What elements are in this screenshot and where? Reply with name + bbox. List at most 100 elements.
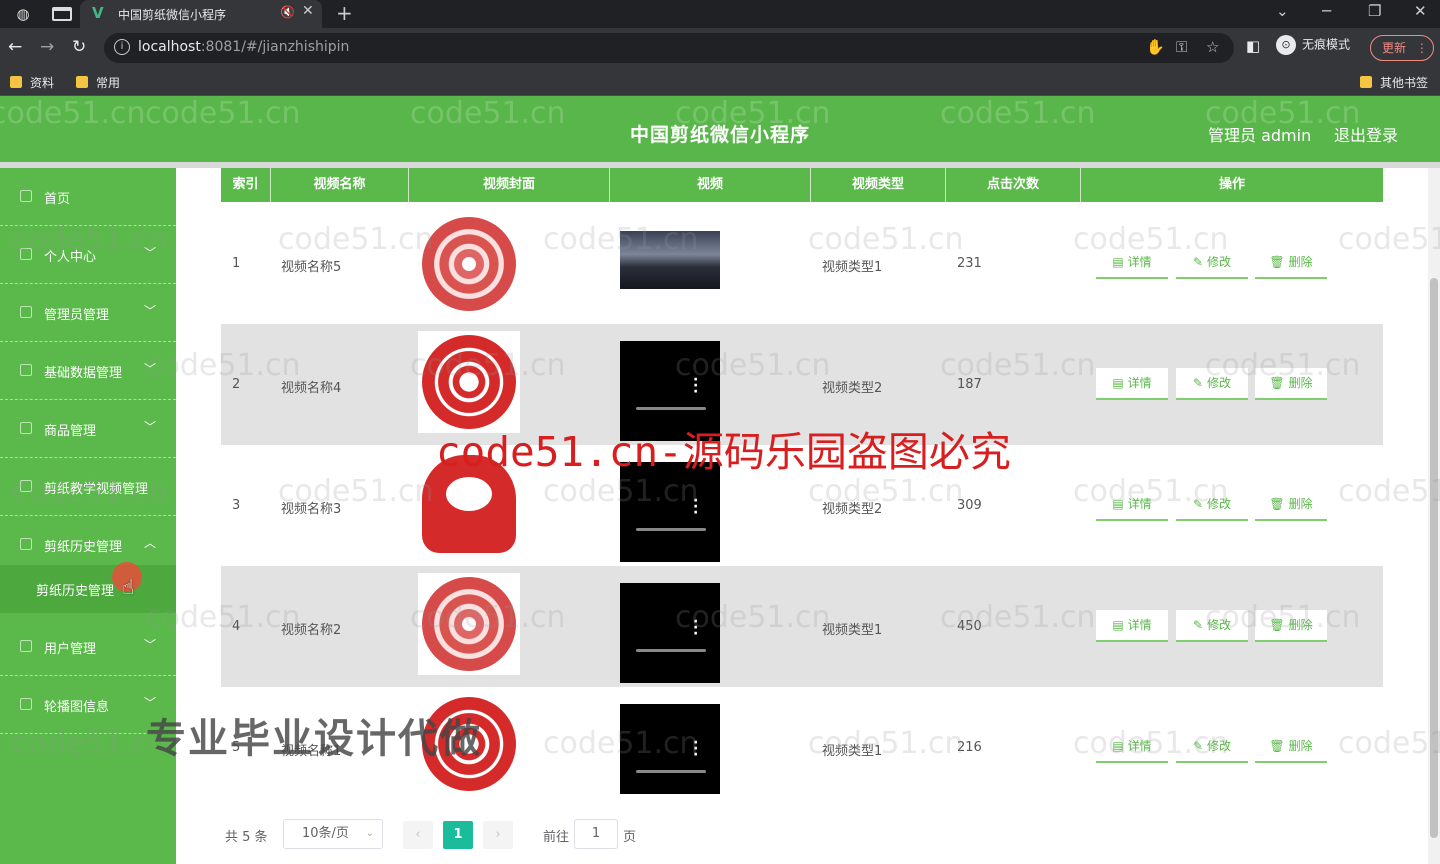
vue-favicon-icon: V — [92, 4, 104, 22]
more-options-icon[interactable]: · · · — [693, 494, 698, 520]
document-icon: ▤ — [1112, 618, 1124, 632]
sidebar-item-users[interactable]: 用户管理 ﹀ — [0, 618, 176, 676]
bookmark-folder-resources[interactable]: 资料 — [10, 74, 54, 91]
video-player[interactable]: · · · — [620, 583, 720, 683]
mute-icon[interactable]: 🔇 — [280, 5, 295, 19]
progress-bar[interactable] — [636, 528, 706, 531]
chevron-down-icon: ﹀ — [144, 246, 157, 260]
detail-button[interactable]: ▤ 详情 — [1096, 247, 1168, 279]
scrollbar[interactable] — [1428, 168, 1440, 864]
edit-icon: ✎ — [1192, 376, 1204, 390]
edit-button[interactable]: ✎ 修改 — [1176, 731, 1248, 763]
incognito-indicator[interactable]: ⊙ 无痕模式 — [1276, 35, 1350, 55]
bookmark-folder-common[interactable]: 常用 — [76, 74, 120, 91]
column-header: 视频名称 — [271, 168, 409, 202]
document-icon: ▤ — [1112, 255, 1124, 269]
progress-bar[interactable] — [636, 407, 706, 410]
tab-search-icon[interactable]: ⌄ — [1276, 2, 1289, 20]
trash-icon: 🗑 — [1269, 497, 1285, 511]
video-cover-image[interactable] — [418, 573, 520, 675]
cell-name: 视频名称5 — [281, 260, 342, 275]
browser-tab[interactable]: V 中国剪纸微信小程序 🔇 ✕ — [80, 0, 322, 28]
cell-index: 4 — [232, 619, 241, 634]
video-player[interactable] — [620, 231, 720, 289]
minimize-icon[interactable]: ─ — [1322, 2, 1331, 20]
close-window-icon[interactable]: ✕ — [1414, 2, 1427, 20]
chevron-down-icon: ﹀ — [144, 638, 157, 652]
sidebar-item-home[interactable]: 首页 — [0, 168, 176, 226]
detail-button[interactable]: ▤ 详情 — [1096, 731, 1168, 763]
sidebar-item-teaching-videos[interactable]: 剪纸教学视频管理 — [0, 458, 176, 516]
sidebar-item-products[interactable]: 商品管理 ﹀ — [0, 400, 176, 458]
site-info-icon[interactable]: i — [114, 39, 130, 55]
browser-tab-strip: ◍ V 中国剪纸微信小程序 🔇 ✕ + ⌄ ─ ❐ ✕ — [0, 0, 1440, 28]
forward-icon[interactable]: → — [40, 37, 54, 57]
new-tab-icon[interactable]: + — [336, 1, 353, 25]
page-number-current[interactable]: 1 — [443, 821, 473, 849]
detail-button[interactable]: ▤ 详情 — [1096, 368, 1168, 400]
restore-icon[interactable]: ❐ — [1368, 2, 1381, 20]
goto-page-input[interactable]: 1 — [574, 819, 618, 849]
scrollbar-thumb[interactable] — [1430, 278, 1438, 838]
edit-button[interactable]: ✎ 修改 — [1176, 247, 1248, 279]
video-icon — [20, 480, 32, 492]
more-options-icon[interactable]: · · · — [693, 615, 698, 641]
more-options-icon[interactable]: · · · — [693, 373, 698, 399]
sidebar-subitem-paper-cut-history[interactable]: 剪纸历史管理 — [0, 565, 176, 613]
other-bookmarks[interactable]: 其他书签 — [1360, 74, 1428, 91]
key-icon[interactable]: ⚿ — [1176, 38, 1187, 56]
progress-bar[interactable] — [636, 770, 706, 773]
progress-bar[interactable] — [636, 649, 706, 652]
edit-button[interactable]: ✎ 修改 — [1176, 489, 1248, 521]
cell-type: 视频类型1 — [822, 744, 883, 759]
video-player[interactable]: · · · — [620, 704, 720, 794]
users-icon — [20, 640, 32, 652]
close-tab-icon[interactable]: ✕ — [302, 3, 314, 19]
delete-button[interactable]: 🗑 删除 — [1255, 610, 1327, 642]
detail-button[interactable]: ▤ 详情 — [1096, 610, 1168, 642]
product-icon — [20, 422, 32, 434]
sidebar-item-label: 用户管理 — [44, 642, 97, 657]
cell-index: 1 — [232, 256, 241, 271]
column-header: 索引 — [221, 168, 271, 202]
edit-button[interactable]: ✎ 修改 — [1176, 368, 1248, 400]
prev-page-button[interactable]: ‹ — [403, 821, 433, 849]
document-icon: ▤ — [1112, 497, 1124, 511]
url-text: localhost:8081/#/jianzhishipin — [138, 39, 350, 55]
globe-icon[interactable]: ◍ — [14, 5, 32, 23]
delete-button[interactable]: 🗑 删除 — [1255, 489, 1327, 521]
url-field[interactable]: i localhost:8081/#/jianzhishipin ✋ ⚿ ☆ — [104, 33, 1234, 63]
delete-button[interactable]: 🗑 删除 — [1255, 368, 1327, 400]
video-cover-image[interactable] — [418, 213, 520, 315]
sidebar-item-personal-center[interactable]: 个人中心 ﹀ — [0, 226, 176, 284]
blocked-icon[interactable]: ✋ — [1146, 38, 1165, 56]
reload-icon[interactable]: ↻ — [72, 37, 86, 57]
delete-button[interactable]: 🗑 删除 — [1255, 247, 1327, 279]
cell-index: 3 — [232, 498, 241, 513]
update-button[interactable]: 更新 ⋮ — [1370, 35, 1434, 61]
star-icon[interactable]: ☆ — [1206, 38, 1219, 56]
sidebar-item-base-data[interactable]: 基础数据管理 ﹀ — [0, 342, 176, 400]
window-icon[interactable] — [52, 7, 72, 21]
paper-cut-image — [422, 217, 516, 311]
cell-clicks: 231 — [957, 256, 982, 271]
column-header: 操作 — [1218, 177, 1245, 192]
edit-icon: ✎ — [1192, 255, 1204, 269]
next-page-button[interactable]: › — [483, 821, 513, 849]
back-icon[interactable]: ← — [8, 37, 22, 57]
edit-icon: ✎ — [1192, 618, 1204, 632]
edit-button[interactable]: ✎ 修改 — [1176, 610, 1248, 642]
cell-name: 视频名称3 — [281, 502, 342, 517]
logout-button[interactable]: 退出登录 — [1334, 122, 1398, 146]
detail-button[interactable]: ▤ 详情 — [1096, 489, 1168, 521]
home-icon — [20, 190, 32, 202]
document-icon: ▤ — [1112, 376, 1124, 390]
cell-clicks: 309 — [957, 498, 982, 513]
sidebar-toggle-icon[interactable]: ◧ — [1246, 37, 1260, 55]
sidebar-item-admin-management[interactable]: 管理员管理 ﹀ — [0, 284, 176, 342]
page-size-select[interactable]: 10条/页 ⌄ — [283, 819, 383, 849]
column-header: 视频封面 — [409, 168, 610, 202]
document-icon: ▤ — [1112, 739, 1124, 753]
delete-button[interactable]: 🗑 删除 — [1255, 731, 1327, 763]
more-options-icon[interactable]: · · · — [693, 736, 698, 762]
